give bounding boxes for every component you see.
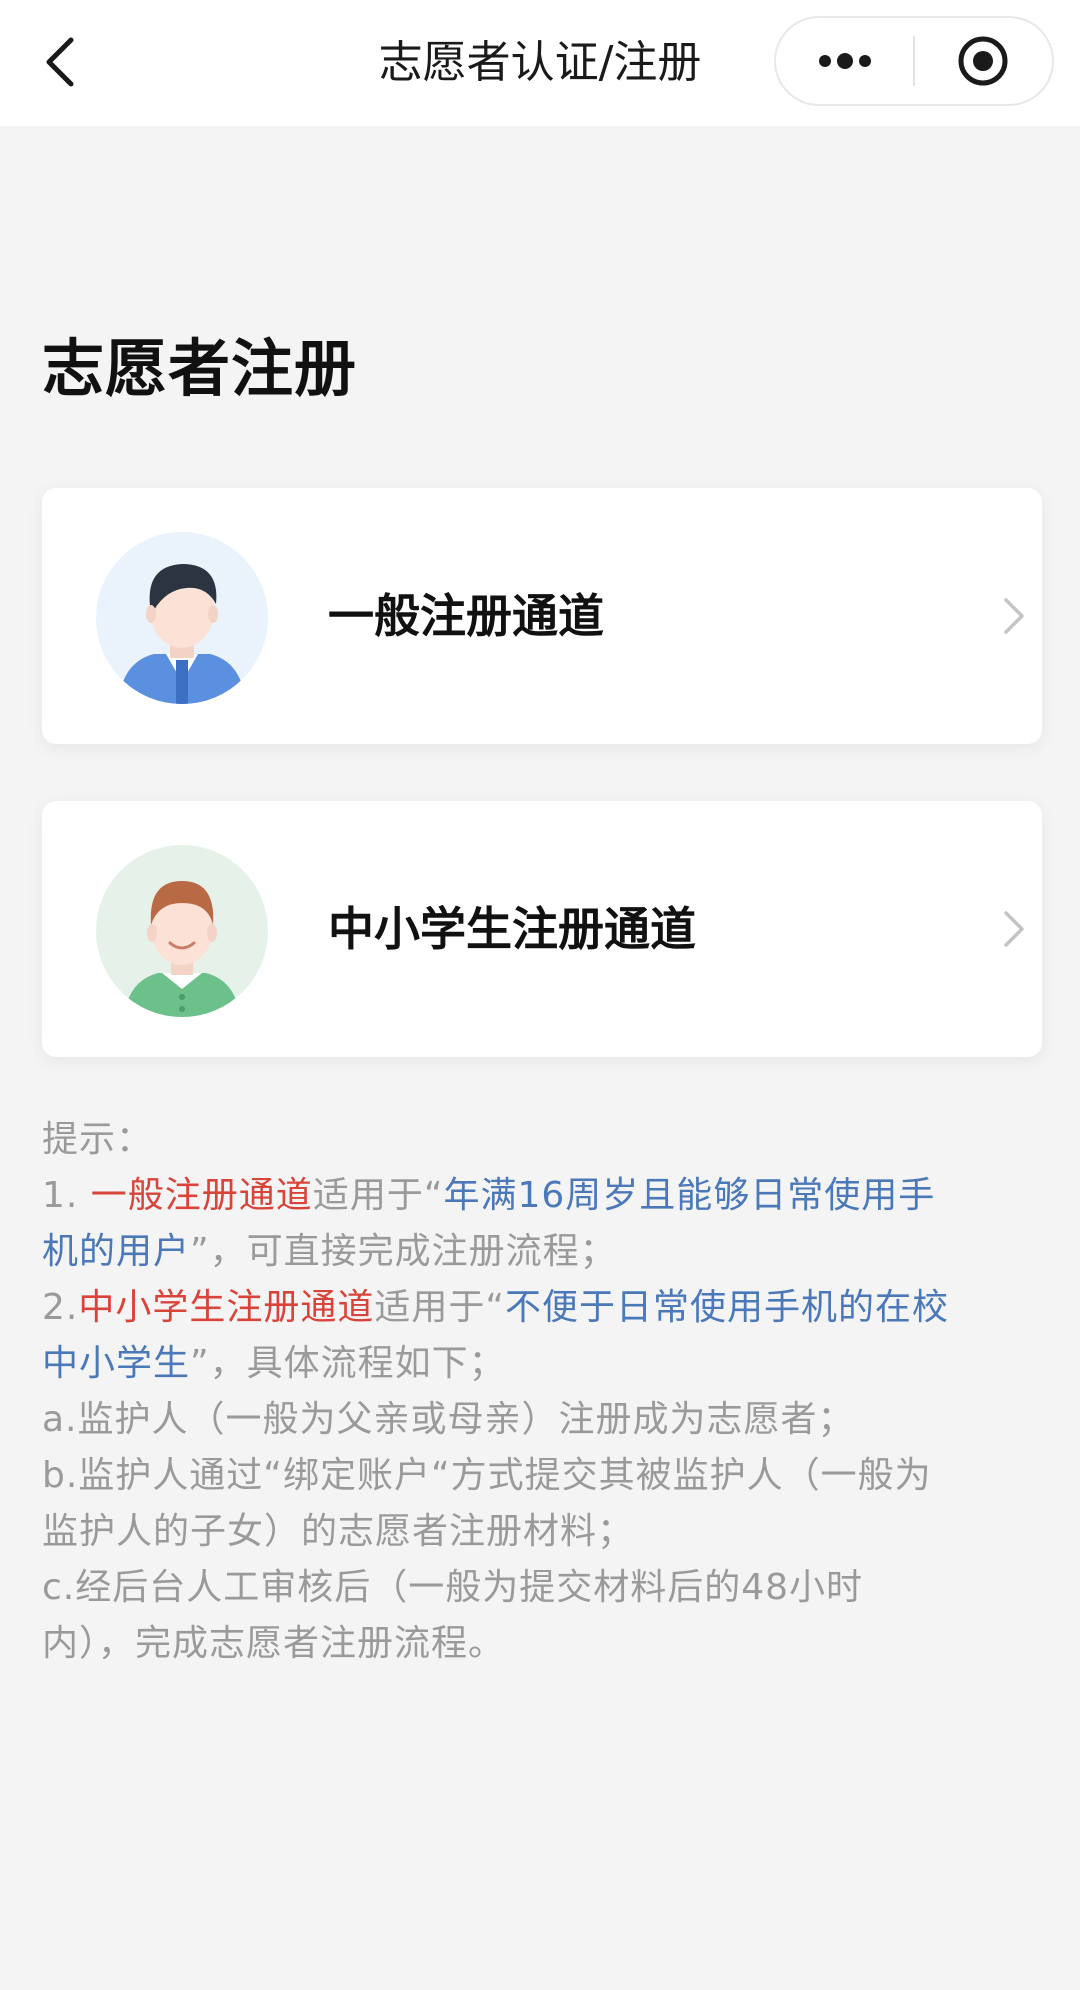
tip-line-3-mid: 适用于“ [374, 1287, 506, 1328]
tip-general-channel-highlight: 一般注册通道 [90, 1175, 313, 1216]
student-registration-label: 中小学生注册通道 [328, 902, 696, 956]
student-registration-card[interactable]: 中小学生注册通道 [42, 801, 1042, 1057]
general-registration-label: 一般注册通道 [328, 589, 604, 643]
tips-heading: 提示： [42, 1119, 154, 1160]
student-avatar-icon [96, 845, 268, 1017]
tip-line-8: c.经后台人工审核后（一般为提交材料后的48小时 [42, 1567, 864, 1608]
tip-line-4-blue: 中小学生 [42, 1343, 191, 1384]
general-registration-card[interactable]: 一般注册通道 [42, 488, 1042, 744]
tip-line-5: a.监护人（一般为父亲或母亲）注册成为志愿者； [42, 1399, 855, 1440]
tip-line-4: 中小学生”，具体流程如下； [42, 1336, 1042, 1392]
tip-line-2-blue: 机的用户 [42, 1231, 191, 1272]
tip-line-6: b.监护人通过“绑定账户“方式提交其被监护人（一般为 [42, 1455, 932, 1496]
chevron-right-icon [1004, 911, 1024, 947]
tip-line-1-prefix: 1. [42, 1175, 91, 1216]
chevron-left-icon [46, 37, 74, 87]
tip-line-1-blue: 年满16周岁且能够日常使用手 [443, 1175, 936, 1216]
tip-line-3-prefix: 2. [42, 1287, 79, 1328]
tip-line-2: 机的用户”，可直接完成注册流程； [42, 1224, 1042, 1280]
navigation-bar: 志愿者认证/注册 [0, 0, 1080, 126]
tip-line-7: 监护人的子女）的志愿者注册材料； [42, 1511, 635, 1552]
more-button[interactable] [776, 18, 913, 104]
tip-line-1-mid: 适用于“ [312, 1175, 444, 1216]
tip-line-2-rest: ”，可直接完成注册流程； [190, 1231, 617, 1272]
tip-line-3: 2.中小学生注册通道适用于“不便于日常使用手机的在校 [42, 1280, 1042, 1336]
tip-student-channel-highlight: 中小学生注册通道 [78, 1287, 375, 1328]
more-dots-icon [818, 53, 871, 69]
tip-line-1: 1. 一般注册通道适用于“年满16周岁且能够日常使用手 [42, 1168, 1042, 1224]
adult-avatar-icon [96, 532, 268, 704]
page-title: 志愿者注册 [42, 332, 358, 405]
tips-section: 提示： 1. 一般注册通道适用于“年满16周岁且能够日常使用手 机的用户”，可直… [42, 1112, 1042, 1672]
mini-program-capsule [774, 16, 1054, 106]
close-button[interactable] [915, 18, 1052, 104]
chevron-right-icon [1004, 598, 1024, 634]
tip-line-4-rest: ”，具体流程如下； [190, 1343, 506, 1384]
back-button[interactable] [30, 22, 90, 102]
tip-line-3-blue: 不便于日常使用手机的在校 [505, 1287, 950, 1328]
tip-line-9: 内），完成志愿者注册流程。 [42, 1623, 506, 1664]
target-circle-icon [958, 36, 1008, 86]
